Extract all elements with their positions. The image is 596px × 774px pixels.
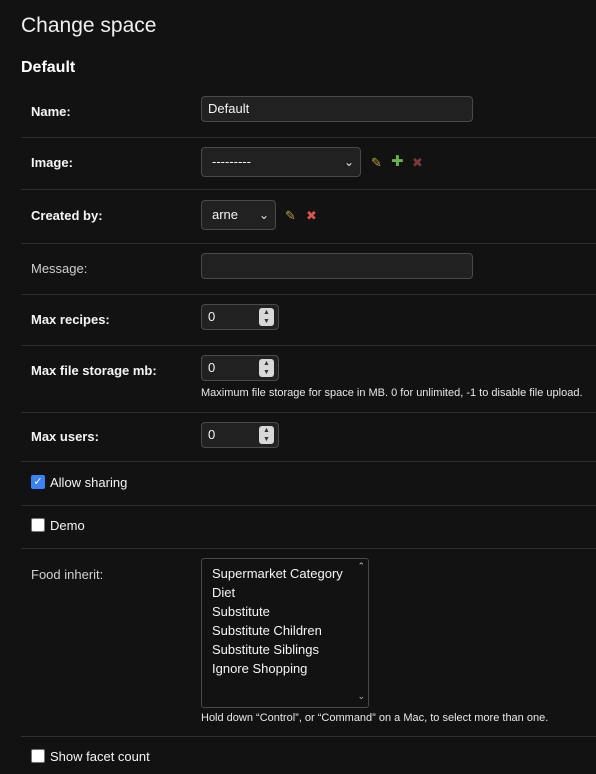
form-row-max-file-storage: Max file storage mb: 0 ▲ ▼ Maximum file s… — [21, 345, 596, 413]
image-label: Image: — [31, 155, 73, 170]
pencil-icon[interactable]: ✎ — [371, 156, 382, 170]
created-by-select-value: arne — [212, 207, 239, 222]
form-row-allow-sharing: ✓ Allow sharing — [21, 461, 596, 506]
max-recipes-input[interactable]: 0 ▲ ▼ — [201, 304, 279, 330]
pencil-icon[interactable]: ✎ — [285, 209, 296, 223]
spinner-arrows-icon[interactable]: ▲ ▼ — [259, 308, 274, 326]
food-inherit-label: Food inherit: — [31, 567, 104, 582]
max-file-storage-label: Max file storage mb: — [31, 363, 157, 378]
message-label: Message: — [31, 261, 88, 276]
max-users-input[interactable]: 0 ▲ ▼ — [201, 422, 279, 448]
scroll-up-icon[interactable]: ⌃ — [357, 561, 365, 572]
demo-checkbox[interactable] — [31, 518, 45, 532]
image-select[interactable]: --------- ⌄ — [201, 147, 361, 177]
demo-label[interactable]: Demo — [50, 518, 85, 533]
max-file-storage-input[interactable]: 0 ▲ ▼ — [201, 355, 279, 381]
form-row-show-facet-count: Show facet count — [21, 736, 596, 774]
max-file-storage-value: 0 — [208, 360, 216, 375]
show-facet-count-checkbox[interactable] — [31, 749, 45, 763]
show-facet-count-label[interactable]: Show facet count — [50, 749, 150, 764]
max-users-value: 0 — [208, 427, 216, 442]
food-inherit-option[interactable]: Supermarket Category — [212, 566, 343, 581]
food-inherit-multiselect[interactable]: Supermarket Category Diet Substitute Sub… — [201, 558, 369, 708]
form-row-created-by: Created by: arne ⌄ ✎ ✖ — [21, 189, 596, 244]
fieldset-title: Default — [21, 59, 76, 76]
form-row-max-users: Max users: 0 ▲ ▼ — [21, 412, 596, 462]
form-row-food-inherit: Food inherit: Supermarket Category Diet … — [21, 548, 596, 737]
x-icon[interactable]: ✖ — [306, 209, 317, 223]
food-inherit-option[interactable]: Substitute Children — [212, 623, 322, 638]
max-file-storage-help: Maximum file storage for space in MB. 0 … — [201, 387, 583, 399]
name-input[interactable]: Default — [201, 96, 473, 122]
max-recipes-value: 0 — [208, 309, 216, 324]
max-recipes-label: Max recipes: — [31, 312, 110, 327]
message-input[interactable] — [201, 253, 473, 279]
form-row-demo: Demo — [21, 505, 596, 549]
allow-sharing-checkbox[interactable]: ✓ — [31, 475, 45, 489]
food-inherit-option[interactable]: Substitute — [212, 604, 270, 619]
chevron-down-icon: ⌄ — [258, 208, 269, 222]
page-title: Change space — [21, 14, 157, 37]
form-row-message: Message: — [21, 243, 596, 295]
chevron-down-icon: ⌄ — [343, 155, 354, 169]
name-label: Name: — [31, 104, 71, 119]
form-row-max-recipes: Max recipes: 0 ▲ ▼ — [21, 294, 596, 346]
image-select-value: --------- — [212, 154, 251, 169]
scroll-down-icon[interactable]: ⌄ — [357, 691, 365, 702]
allow-sharing-label[interactable]: Allow sharing — [50, 475, 127, 490]
food-inherit-help: Hold down “Control”, or “Command” on a M… — [201, 712, 549, 724]
form-row-image: Image: --------- ⌄ ✎ ✚ ✖ — [21, 137, 596, 190]
form-row-name: Name: Default — [21, 86, 596, 138]
food-inherit-option[interactable]: Ignore Shopping — [212, 661, 307, 676]
created-by-select[interactable]: arne ⌄ — [201, 200, 276, 230]
created-by-label: Created by: — [31, 208, 103, 223]
plus-icon[interactable]: ✚ — [391, 154, 404, 169]
food-inherit-option[interactable]: Substitute Siblings — [212, 642, 319, 657]
spinner-arrows-icon[interactable]: ▲ ▼ — [259, 359, 274, 377]
change-space-page: Change space Default Name: Default Image… — [0, 0, 596, 774]
x-icon[interactable]: ✖ — [412, 156, 423, 170]
food-inherit-option[interactable]: Diet — [212, 585, 235, 600]
max-users-label: Max users: — [31, 429, 99, 444]
spinner-arrows-icon[interactable]: ▲ ▼ — [259, 426, 274, 444]
